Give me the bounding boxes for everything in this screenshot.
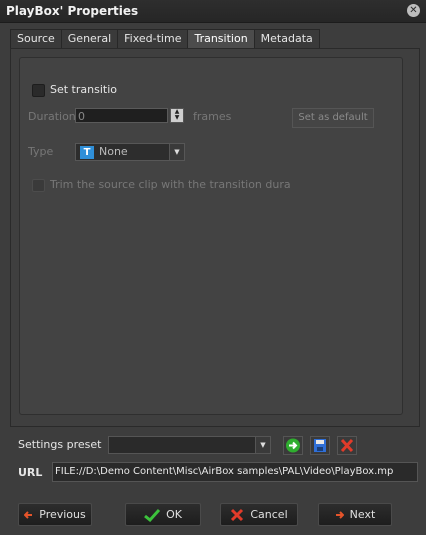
chevron-down-icon[interactable]: ▼ — [169, 144, 184, 160]
tab-general[interactable]: General — [60, 29, 119, 48]
checkmark-icon — [144, 508, 161, 522]
transition-type-icon: T — [80, 146, 94, 159]
url-field[interactable]: FILE://D:\Demo Content\Misc\AirBox sampl… — [52, 462, 418, 482]
duration-label: Duration — [28, 110, 76, 123]
spin-down-icon[interactable]: ▼ — [171, 115, 183, 121]
type-select[interactable]: T None ▼ — [75, 143, 185, 161]
tab-transition[interactable]: Transition — [187, 29, 255, 48]
save-preset-button[interactable] — [310, 436, 330, 455]
trim-label: Trim the source clip with the transition… — [50, 178, 291, 191]
trim-checkbox[interactable] — [32, 179, 45, 192]
settings-preset-label: Settings preset — [18, 438, 102, 451]
next-button[interactable]: Next — [318, 503, 392, 526]
set-as-default-button[interactable]: Set as default — [292, 108, 374, 128]
tab-fixed-time[interactable]: Fixed-time — [117, 29, 189, 48]
next-label: Next — [349, 508, 376, 521]
close-icon[interactable]: ✕ — [407, 4, 420, 17]
duration-spinner[interactable]: ▲ ▼ — [170, 108, 184, 123]
arrow-right-icon — [335, 511, 345, 519]
arrow-right-circle-icon — [286, 438, 300, 453]
tab-panel: Set transitio Duration 0 ▲ ▼ frames Set … — [10, 48, 420, 427]
window-title: PlayBox' Properties — [6, 4, 139, 18]
cancel-label: Cancel — [250, 508, 288, 521]
set-transition-checkbox[interactable] — [32, 84, 45, 97]
url-label: URL — [18, 466, 43, 479]
arrow-left-icon — [23, 511, 33, 519]
cancel-x-icon — [231, 508, 244, 522]
apply-preset-button[interactable] — [283, 436, 303, 455]
previous-button[interactable]: Previous — [18, 503, 92, 526]
tab-source[interactable]: Source — [10, 29, 62, 48]
chevron-down-icon[interactable]: ▼ — [255, 437, 270, 453]
tab-bar: Source General Fixed-time Transition Met… — [10, 29, 320, 48]
transition-group: Set transitio Duration 0 ▲ ▼ frames Set … — [19, 57, 403, 415]
ok-button[interactable]: OK — [125, 503, 201, 526]
delete-x-icon — [340, 438, 354, 453]
frames-label: frames — [193, 110, 232, 123]
title-bar: PlayBox' Properties ✕ — [0, 0, 426, 23]
ok-label: OK — [166, 508, 182, 521]
settings-preset-select[interactable]: ▼ — [108, 436, 271, 454]
type-value: None — [99, 145, 128, 158]
save-disk-icon — [314, 439, 326, 452]
delete-preset-button[interactable] — [337, 436, 357, 455]
duration-input[interactable]: 0 — [75, 108, 168, 123]
set-transition-label: Set transitio — [50, 83, 117, 96]
tab-metadata[interactable]: Metadata — [253, 29, 320, 48]
previous-label: Previous — [39, 508, 86, 521]
cancel-button[interactable]: Cancel — [220, 503, 298, 526]
type-label: Type — [28, 145, 54, 158]
